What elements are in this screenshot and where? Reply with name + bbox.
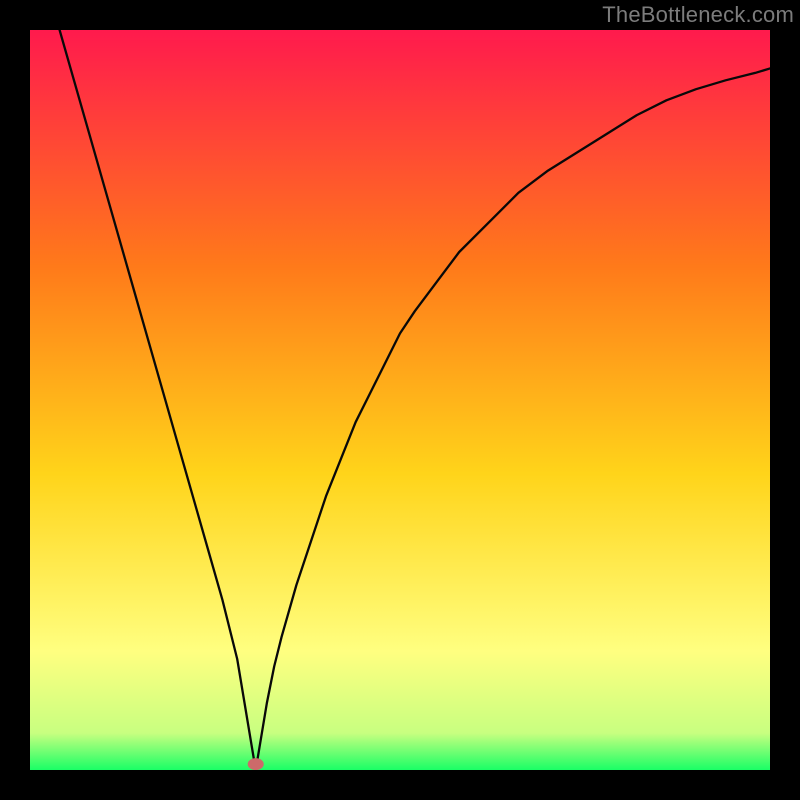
chart-svg — [30, 30, 770, 770]
chart-frame: TheBottleneck.com — [0, 0, 800, 800]
attribution-label: TheBottleneck.com — [602, 2, 794, 28]
minimum-marker — [248, 758, 264, 770]
gradient-background — [30, 30, 770, 770]
plot-area — [30, 30, 770, 770]
